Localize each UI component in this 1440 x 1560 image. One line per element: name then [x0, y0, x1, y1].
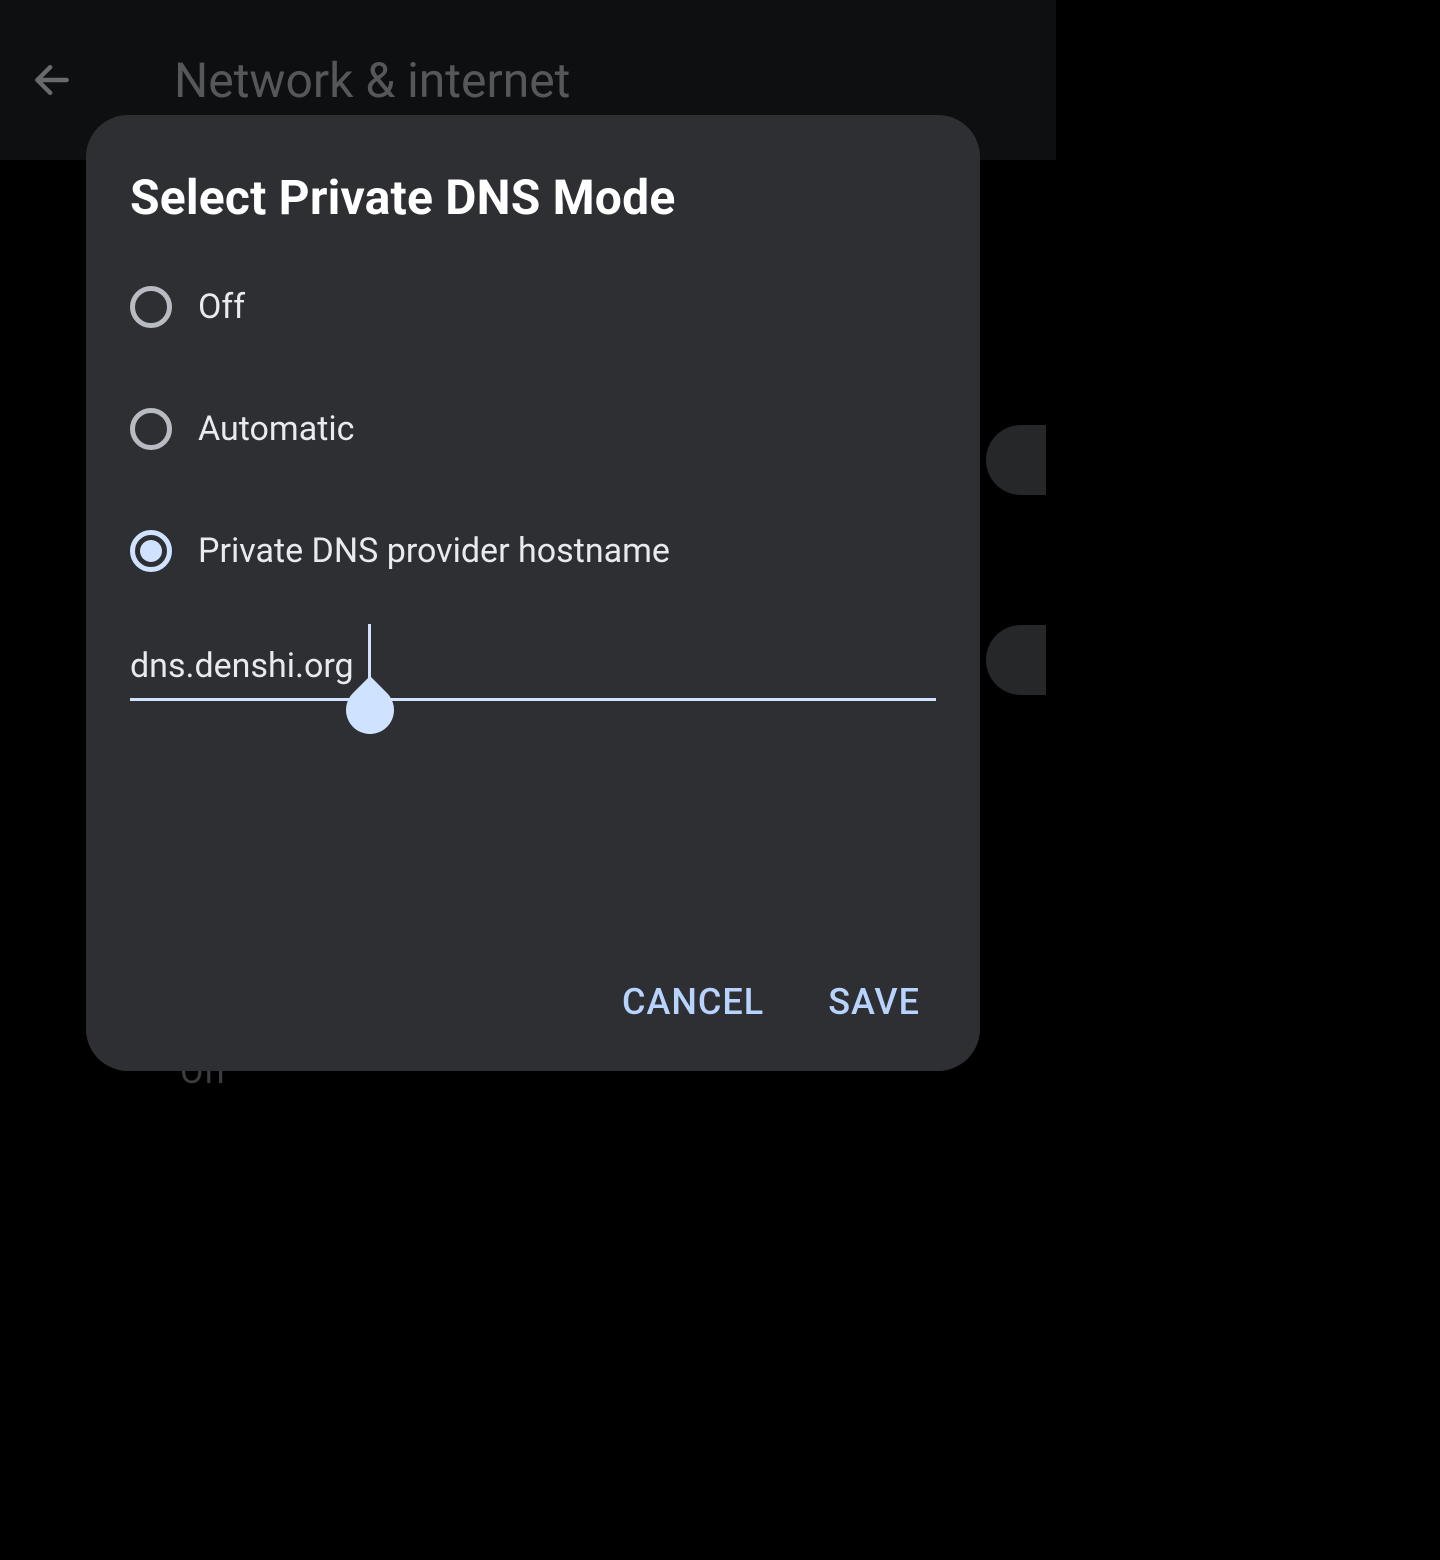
- hostname-field-container: [130, 640, 936, 701]
- dialog-title: Select Private DNS Mode: [130, 169, 936, 226]
- radio-label: Private DNS provider hostname: [198, 531, 670, 571]
- radio-unchecked-icon: [130, 408, 172, 450]
- radio-label: Automatic: [198, 409, 354, 449]
- cancel-button[interactable]: CANCEL: [622, 981, 764, 1023]
- dns-mode-option-automatic[interactable]: Automatic: [130, 408, 936, 450]
- dns-hostname-input[interactable]: [130, 640, 936, 701]
- radio-dot-icon: [140, 540, 162, 562]
- radio-checked-icon: [130, 530, 172, 572]
- dialog-actions: CANCEL SAVE: [130, 981, 936, 1035]
- radio-label: Off: [198, 287, 245, 327]
- text-caret-icon: [368, 624, 371, 678]
- private-dns-dialog: Select Private DNS Mode Off Automatic Pr…: [86, 115, 980, 1071]
- dns-mode-option-hostname[interactable]: Private DNS provider hostname: [130, 530, 936, 572]
- radio-unchecked-icon: [130, 286, 172, 328]
- dns-mode-option-off[interactable]: Off: [130, 286, 936, 328]
- save-button[interactable]: SAVE: [828, 981, 920, 1023]
- dns-mode-radio-group: Off Automatic Private DNS provider hostn…: [130, 286, 936, 572]
